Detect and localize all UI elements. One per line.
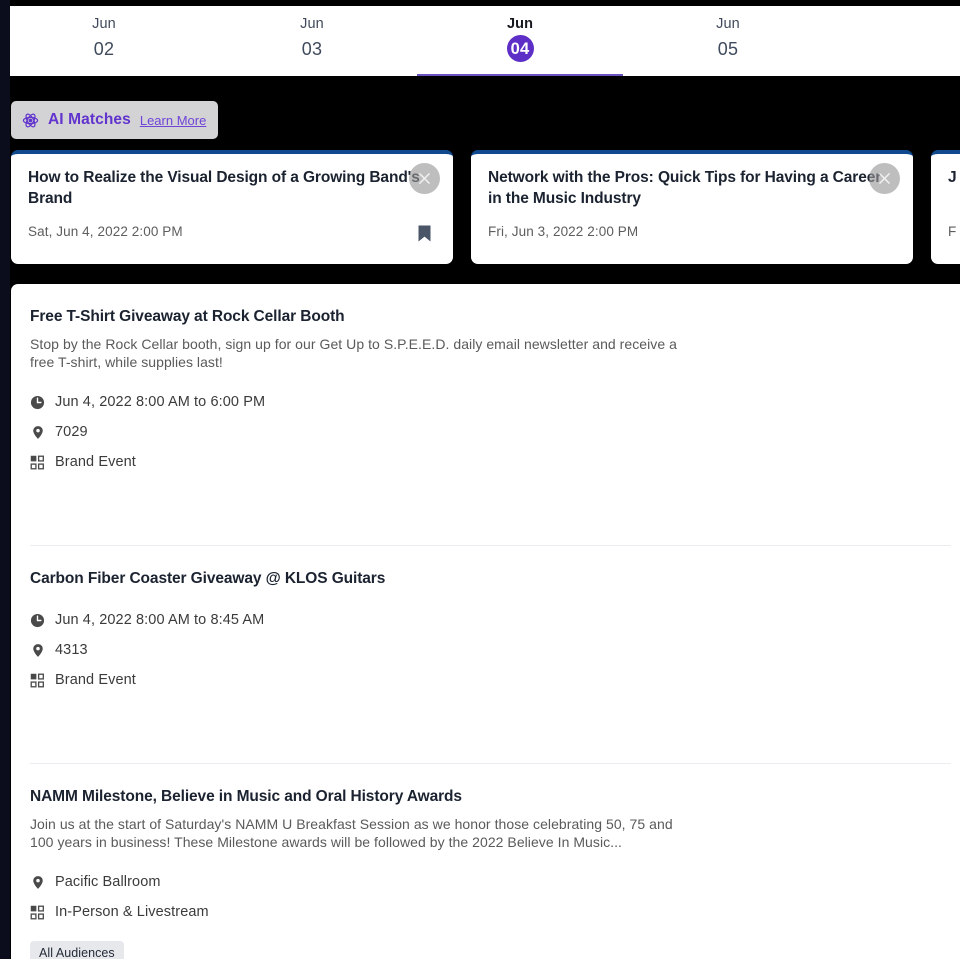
- event-list-panel: Free T-Shirt Giveaway at Rock Cellar Boo…: [11, 284, 960, 959]
- event-location-row: 7029: [30, 417, 951, 447]
- event-category: Brand Event: [55, 454, 136, 470]
- event-list-item[interactable]: NAMM Milestone, Believe in Music and Ora…: [11, 764, 960, 959]
- event-time: Jun 4, 2022 8:00 AM to 8:45 AM: [55, 612, 265, 628]
- event-location-row: 4313: [30, 635, 951, 665]
- category-grid-icon: [30, 905, 45, 920]
- close-icon[interactable]: [869, 163, 900, 194]
- event-time-row: Jun 4, 2022 8:00 AM to 8:45 AM: [30, 605, 951, 635]
- event-time-row: Jun 4, 2022 8:00 AM to 6:00 PM: [30, 387, 951, 417]
- date-tab-month: Jun: [300, 16, 324, 32]
- match-card[interactable]: How to Realize the Visual Design of a Gr…: [11, 150, 453, 264]
- event-meta-list: Jun 4, 2022 8:00 AM to 6:00 PM 7029 Bran…: [30, 387, 951, 477]
- match-card-title: How to Realize the Visual Design of a Gr…: [28, 169, 420, 207]
- date-tab-day: 03: [301, 39, 323, 59]
- top-black-bar: [0, 0, 960, 6]
- match-card-date: Fri, Jun 3, 2022 2:00 PM: [488, 224, 639, 239]
- event-title: Carbon Fiber Coaster Giveaway @ KLOS Gui…: [30, 570, 386, 587]
- audience-tag[interactable]: All Audiences: [30, 941, 124, 959]
- match-card[interactable]: Network with the Pros: Quick Tips for Ha…: [471, 150, 913, 264]
- date-tab-jun-03[interactable]: Jun 03: [208, 6, 416, 76]
- date-tab-day: 05: [717, 39, 739, 59]
- date-tab-day-selected: 04: [506, 35, 534, 62]
- event-list-item[interactable]: Carbon Fiber Coaster Giveaway @ KLOS Gui…: [11, 546, 960, 764]
- event-location-row: Pacific Ballroom: [30, 867, 951, 897]
- event-category: In-Person & Livestream: [55, 904, 209, 920]
- date-tab-month: Jun: [92, 16, 116, 32]
- location-pin-icon: [30, 875, 45, 890]
- category-grid-icon: [30, 455, 45, 470]
- match-card[interactable]: J F: [931, 150, 960, 264]
- date-tab-day: 02: [93, 39, 115, 59]
- ai-matches-label: AI Matches: [48, 111, 131, 128]
- match-card-title: Network with the Pros: Quick Tips for Ha…: [488, 169, 882, 207]
- event-meta-list: Pacific Ballroom In-Person & Livestream: [30, 867, 951, 927]
- event-category-row: In-Person & Livestream: [30, 897, 951, 927]
- date-tab-month: Jun: [716, 16, 740, 32]
- event-description: Join us at the start of Saturday's NAMM …: [30, 816, 673, 850]
- event-category-row: Brand Event: [30, 447, 951, 477]
- match-card-title: J: [948, 169, 957, 186]
- event-location: Pacific Ballroom: [55, 874, 161, 890]
- atom-icon: [22, 112, 39, 129]
- event-description: Stop by the Rock Cellar booth, sign up f…: [30, 336, 677, 370]
- event-location: 4313: [55, 642, 88, 658]
- learn-more-link[interactable]: Learn More: [140, 113, 206, 128]
- app-screen: Jun 02 Jun 03 Jun 04 Jun 05 AI Matches L…: [0, 0, 960, 959]
- date-tab-month: Jun: [506, 16, 534, 32]
- left-edge-strip: [0, 0, 10, 959]
- match-card-date: F: [948, 224, 957, 239]
- event-time: Jun 4, 2022 8:00 AM to 6:00 PM: [55, 394, 266, 410]
- event-category-row: Brand Event: [30, 665, 951, 695]
- date-tab-strip: Jun 02 Jun 03 Jun 04 Jun 05: [0, 6, 960, 76]
- event-meta-list: Jun 4, 2022 8:00 AM to 8:45 AM 4313 Bran…: [30, 605, 951, 695]
- date-tab-jun-02[interactable]: Jun 02: [0, 6, 208, 76]
- location-pin-icon: [30, 425, 45, 440]
- event-list-item[interactable]: Free T-Shirt Giveaway at Rock Cellar Boo…: [11, 284, 960, 546]
- event-category: Brand Event: [55, 672, 136, 688]
- bookmark-icon[interactable]: [418, 225, 431, 242]
- event-tag-list: All Audiences: [30, 941, 951, 959]
- close-icon[interactable]: [409, 163, 440, 194]
- event-title: NAMM Milestone, Believe in Music and Ora…: [30, 788, 462, 805]
- category-grid-icon: [30, 673, 45, 688]
- match-card-date: Sat, Jun 4, 2022 2:00 PM: [28, 224, 183, 239]
- event-title: Free T-Shirt Giveaway at Rock Cellar Boo…: [30, 308, 345, 325]
- clock-icon: [30, 395, 45, 410]
- date-tab-jun-05[interactable]: Jun 05: [624, 6, 832, 76]
- event-location: 7029: [55, 424, 88, 440]
- location-pin-icon: [30, 643, 45, 658]
- ai-matches-carousel[interactable]: How to Realize the Visual Design of a Gr…: [0, 150, 960, 270]
- clock-icon: [30, 613, 45, 628]
- date-tab-jun-04[interactable]: Jun 04: [416, 6, 624, 76]
- ai-matches-badge[interactable]: AI Matches Learn More: [11, 101, 219, 139]
